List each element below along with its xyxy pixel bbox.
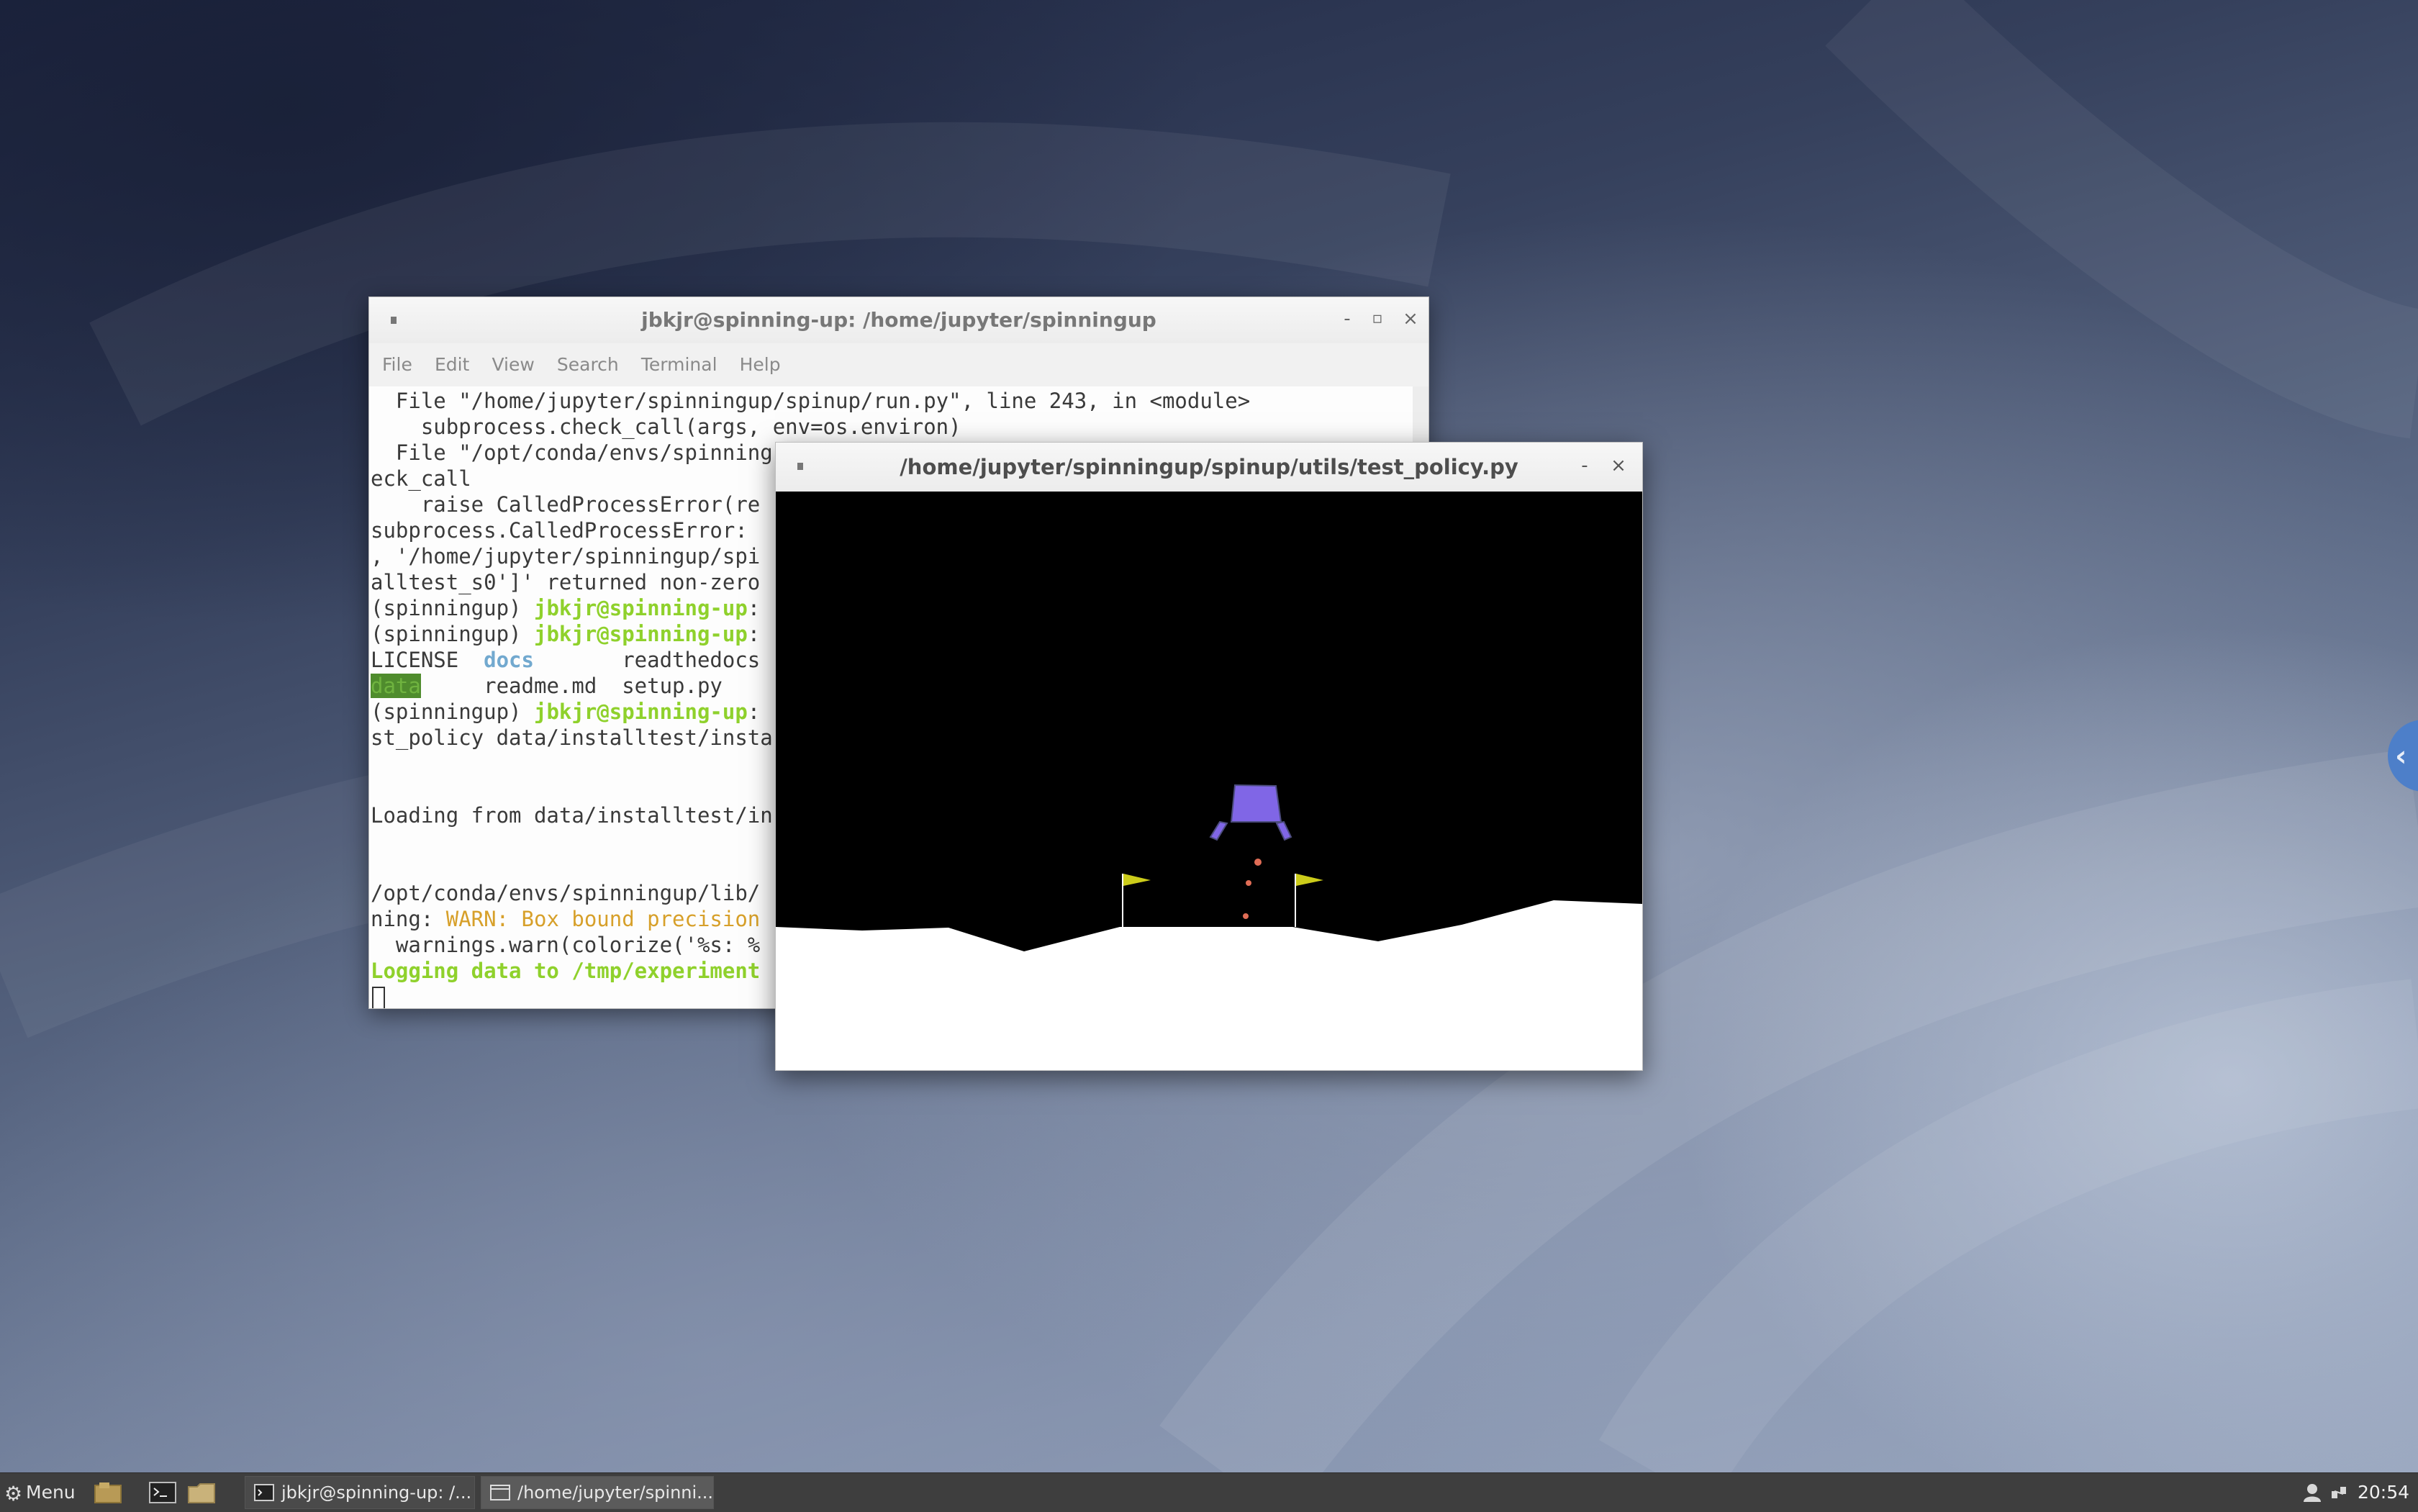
terminal-titlebar[interactable]: jbkjr@spinning-up: /home/jupyter/spinnin… bbox=[369, 297, 1428, 344]
terminal-menubar: File Edit View Search Terminal Help bbox=[369, 343, 1428, 387]
terminal-line: subprocess.check_call(args, env=os.envir… bbox=[371, 415, 961, 439]
menu-search[interactable]: Search bbox=[557, 343, 619, 386]
lander-body bbox=[1230, 784, 1282, 823]
taskbar: ⚙ Menu jbkjr@spinning-up: /... /home/jup… bbox=[0, 1472, 2418, 1512]
gear-icon: ⚙ bbox=[4, 1482, 23, 1506]
close-button[interactable]: × bbox=[1599, 443, 1638, 492]
show-desktop-icon[interactable] bbox=[92, 1480, 124, 1506]
exhaust-particle bbox=[1246, 880, 1251, 886]
taskbar-gym-task[interactable]: /home/jupyter/spinni... bbox=[481, 1476, 714, 1509]
lunar-lander-render bbox=[776, 492, 1642, 1070]
terminal-line: Loading from data/installtest/in bbox=[371, 803, 773, 828]
window-icon bbox=[490, 1485, 510, 1500]
user-icon[interactable] bbox=[2303, 1482, 2322, 1503]
terminal-line: warnings.warn(colorize('%s: % bbox=[371, 933, 761, 957]
terminal-line: File "/opt/conda/envs/spinning bbox=[371, 440, 773, 465]
clock: 20:54 bbox=[2358, 1482, 2410, 1503]
terminal-line: alltest_s0']' returned non-zero bbox=[371, 570, 761, 594]
terminal-prompt-line: (spinningup) jbkjr@spinning-up: bbox=[371, 622, 761, 646]
file-manager-icon[interactable] bbox=[186, 1480, 217, 1506]
exhaust-particle bbox=[1254, 859, 1262, 866]
terminal-log-line: Logging data to /tmp/experiment bbox=[371, 959, 761, 983]
terminal-prompt-line: (spinningup) jbkjr@spinning-up: bbox=[371, 700, 761, 724]
terminal-title: jbkjr@spinning-up: /home/jupyter/spinnin… bbox=[641, 308, 1156, 332]
terminal-line: , '/home/jupyter/spinningup/spi bbox=[371, 544, 761, 569]
terminal-line: eck_call bbox=[371, 466, 471, 491]
terminal-line: raise CalledProcessError(re bbox=[371, 492, 761, 517]
terminal-line: /opt/conda/envs/spinningup/lib/ bbox=[371, 881, 761, 905]
start-menu-button[interactable]: ⚙ Menu bbox=[0, 1473, 85, 1512]
lunar-lander-window[interactable]: /home/jupyter/spinningup/spinup/utils/te… bbox=[775, 442, 1643, 1071]
terminal-line: st_policy data/installtest/insta bbox=[371, 725, 773, 750]
menu-edit[interactable]: Edit bbox=[435, 343, 469, 386]
exhaust-particle bbox=[1243, 913, 1249, 919]
terminal-icon bbox=[254, 1484, 274, 1501]
terminal-prompt-line: (spinningup) jbkjr@spinning-up: bbox=[371, 596, 761, 620]
terminal-line: subprocess.CalledProcessError: bbox=[371, 518, 761, 543]
menu-help[interactable]: Help bbox=[740, 343, 781, 386]
gym-title: /home/jupyter/spinningup/spinup/utils/te… bbox=[900, 455, 1518, 479]
terminal-cursor bbox=[372, 987, 385, 1008]
taskbar-terminal-task[interactable]: jbkjr@spinning-up: /... bbox=[245, 1476, 475, 1509]
close-button[interactable]: × bbox=[1391, 297, 1430, 343]
terminal-line: data readme.md setup.py bbox=[371, 674, 723, 698]
terminal-line: File "/home/jupyter/spinningup/spinup/ru… bbox=[371, 389, 1251, 413]
menu-file[interactable]: File bbox=[382, 343, 412, 386]
gym-titlebar[interactable]: /home/jupyter/spinningup/spinup/utils/te… bbox=[776, 443, 1642, 492]
terminal-line: LICENSE docs readthedocs bbox=[371, 648, 761, 672]
network-icon[interactable] bbox=[2329, 1482, 2350, 1503]
menu-view[interactable]: View bbox=[492, 343, 534, 386]
menu-terminal[interactable]: Terminal bbox=[641, 343, 717, 386]
minimize-button[interactable]: - bbox=[1565, 443, 1604, 492]
terminal-launcher-icon[interactable] bbox=[147, 1480, 178, 1506]
terminal-warning-line: ning: WARN: Box bound precision bbox=[371, 907, 761, 931]
